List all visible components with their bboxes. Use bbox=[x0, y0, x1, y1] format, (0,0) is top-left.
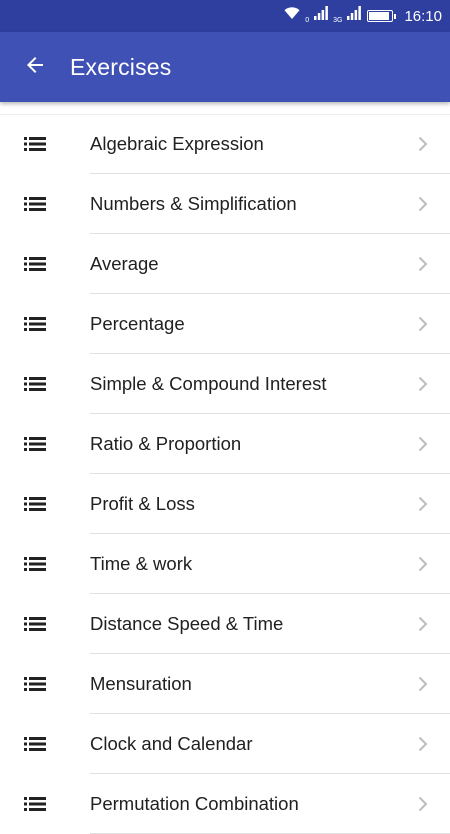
list-item-label: Simple & Compound Interest bbox=[90, 373, 327, 394]
list-item-label: Clock and Calendar bbox=[90, 733, 253, 754]
chevron-right-icon bbox=[400, 174, 450, 234]
list-item[interactable]: Simple & Compound Interest bbox=[0, 354, 450, 414]
list-item[interactable]: Mensuration bbox=[0, 654, 450, 714]
list-icon bbox=[0, 654, 90, 714]
list-item[interactable]: Average bbox=[0, 234, 450, 294]
list-item-label: Average bbox=[90, 253, 159, 274]
list-item[interactable]: Percentage bbox=[0, 294, 450, 354]
chevron-right-icon bbox=[400, 114, 450, 174]
list-item-label: Numbers & Simplification bbox=[90, 193, 297, 214]
list-item[interactable]: Algebraic Expression bbox=[0, 114, 450, 174]
signal-2-icon bbox=[347, 6, 362, 24]
list-item[interactable]: Numbers & Simplification bbox=[0, 174, 450, 234]
status-time: 16:10 bbox=[404, 7, 442, 25]
chevron-right-icon bbox=[400, 534, 450, 594]
chevron-right-icon bbox=[400, 474, 450, 534]
back-button[interactable] bbox=[0, 32, 70, 102]
battery-fill bbox=[369, 12, 390, 20]
list-icon bbox=[0, 474, 90, 534]
list-icon bbox=[0, 114, 90, 174]
chevron-right-icon bbox=[400, 354, 450, 414]
status-icons: 0 3G bbox=[284, 6, 362, 24]
list-item[interactable]: Ratio & Proportion bbox=[0, 414, 450, 474]
page-title: Exercises bbox=[70, 53, 172, 80]
list-item[interactable]: Clock and Calendar bbox=[0, 714, 450, 774]
list-item[interactable]: Time & work bbox=[0, 534, 450, 594]
signal-1-label: 0 bbox=[305, 17, 310, 24]
list-item[interactable]: Distance Speed & Time bbox=[0, 594, 450, 654]
chevron-right-icon bbox=[400, 414, 450, 474]
battery-icon bbox=[367, 10, 397, 22]
list-item-label: Permutation Combination bbox=[90, 793, 299, 814]
chevron-right-icon bbox=[400, 594, 450, 654]
list-icon bbox=[0, 354, 90, 414]
list-icon bbox=[0, 714, 90, 774]
status-bar: 0 3G 16:10 bbox=[0, 0, 450, 32]
list-icon bbox=[0, 234, 90, 294]
list-item-label: Algebraic Expression bbox=[90, 133, 264, 154]
list-icon bbox=[0, 174, 90, 234]
exercise-list: Algebraic Expression Numbers & Simplific… bbox=[0, 114, 450, 834]
list-icon bbox=[0, 534, 90, 594]
chevron-right-icon bbox=[400, 714, 450, 774]
wifi-icon bbox=[284, 6, 300, 24]
app-bar: Exercises bbox=[0, 32, 450, 102]
chevron-right-icon bbox=[400, 654, 450, 714]
list-icon bbox=[0, 294, 90, 354]
signal-2-label: 3G bbox=[333, 17, 343, 24]
list-item-label: Time & work bbox=[90, 553, 193, 574]
list-item-label: Profit & Loss bbox=[90, 493, 195, 514]
arrow-back-icon bbox=[23, 53, 47, 82]
chevron-right-icon bbox=[400, 294, 450, 354]
chevron-right-icon bbox=[400, 234, 450, 294]
list-item[interactable]: Permutation Combination bbox=[0, 774, 450, 834]
list-icon bbox=[0, 774, 90, 834]
list-item-label: Percentage bbox=[90, 313, 185, 334]
list-item[interactable]: Profit & Loss bbox=[0, 474, 450, 534]
list-icon bbox=[0, 594, 90, 654]
signal-1-icon bbox=[314, 6, 329, 24]
list-item-label: Mensuration bbox=[90, 673, 192, 694]
chevron-right-icon bbox=[400, 774, 450, 834]
list-item-label: Ratio & Proportion bbox=[90, 433, 242, 454]
list-item-label: Distance Speed & Time bbox=[90, 613, 284, 634]
list-icon bbox=[0, 414, 90, 474]
